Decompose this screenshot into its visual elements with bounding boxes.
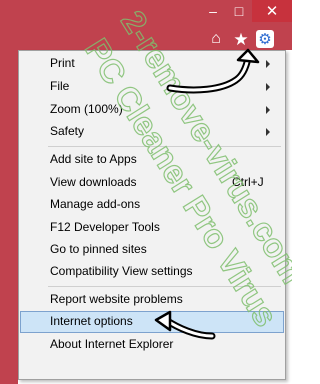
menu-item-label: Print [50, 56, 75, 70]
menu-item-file[interactable]: File [20, 76, 284, 98]
menu-item-about-ie[interactable]: About Internet Explorer [20, 334, 284, 356]
menu-item-label: Compatibility View settings [50, 264, 193, 278]
menu-item-label: View downloads [50, 175, 137, 189]
shortcut-label: Ctrl+J [232, 175, 264, 189]
menu-item-label: Add site to Apps [50, 152, 137, 166]
menu-item-zoom[interactable]: Zoom (100%) [20, 99, 284, 121]
menu-item-label: Report website problems [50, 292, 183, 306]
menu-item-view-downloads[interactable]: View downloads Ctrl+J [20, 172, 284, 194]
menu-item-safety[interactable]: Safety [20, 121, 284, 143]
submenu-arrow-icon [266, 60, 270, 68]
menu-item-label: Internet options [50, 314, 133, 328]
menu-item-label: F12 Developer Tools [50, 220, 160, 234]
tools-menu: Print File Zoom (100%) Safety Add site t… [18, 50, 286, 380]
favorites-star-icon[interactable]: ★ [232, 30, 250, 48]
menu-item-label: File [50, 79, 70, 93]
menu-separator [48, 146, 281, 147]
menu-separator [48, 286, 281, 287]
tools-gear-icon[interactable]: ⚙ [256, 30, 274, 48]
menu-item-compatibility-view[interactable]: Compatibility View settings [20, 261, 284, 283]
menu-item-label: Manage add-ons [50, 197, 141, 211]
maximize-button[interactable]: □ [226, 0, 252, 22]
close-button[interactable]: ✕ [252, 0, 292, 22]
menu-item-manage-addons[interactable]: Manage add-ons [20, 194, 284, 216]
submenu-arrow-icon [266, 106, 270, 114]
submenu-arrow-icon [266, 83, 270, 91]
menu-item-f12-developer-tools[interactable]: F12 Developer Tools [20, 217, 284, 239]
menu-item-label: Go to pinned sites [50, 242, 147, 256]
menu-item-label: Zoom (100%) [50, 102, 123, 116]
menu-item-label: About Internet Explorer [50, 337, 174, 351]
menu-item-label: Safety [50, 124, 85, 138]
page-background-strip [0, 50, 18, 384]
menu-item-add-site-to-apps[interactable]: Add site to Apps [20, 149, 284, 171]
minimize-button[interactable]: – [200, 0, 226, 22]
menu-item-report-website-problems[interactable]: Report website problems [20, 289, 284, 311]
menu-item-internet-options[interactable]: Internet options [20, 311, 284, 333]
home-icon[interactable]: ⌂ [207, 30, 225, 48]
menu-item-print[interactable]: Print [20, 53, 284, 75]
submenu-arrow-icon [266, 128, 270, 136]
menu-item-pinned-sites[interactable]: Go to pinned sites [20, 239, 284, 261]
